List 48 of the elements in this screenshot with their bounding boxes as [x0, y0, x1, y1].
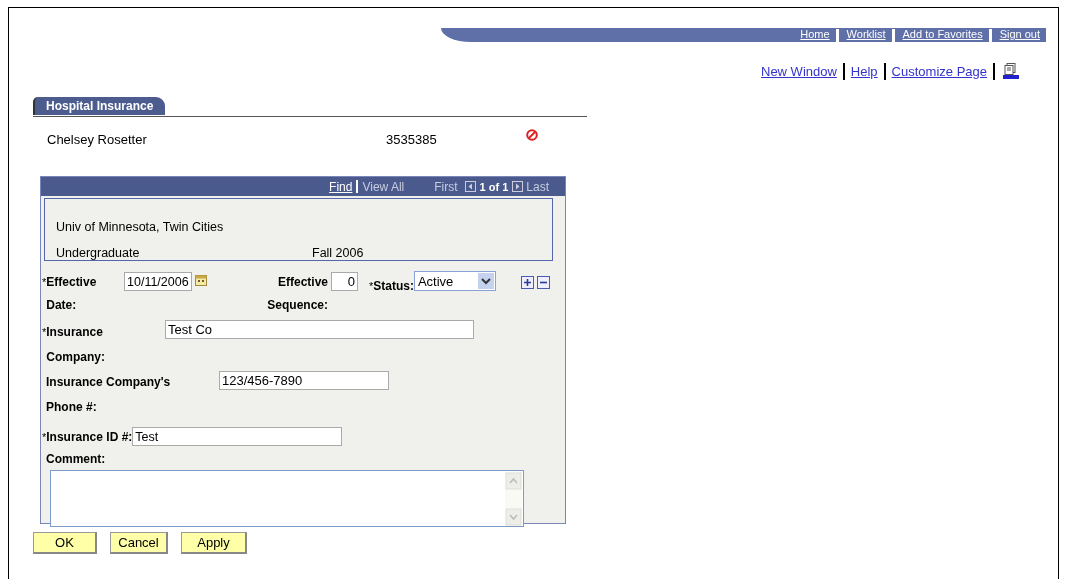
nav-link[interactable]: Home — [792, 29, 836, 42]
field-label: Effective Date: — [46, 274, 98, 314]
page-link[interactable]: New Window — [761, 63, 837, 79]
last-text: Last — [526, 179, 549, 194]
delete-row-icon[interactable] — [536, 276, 550, 289]
company-field[interactable]: Test Co — [165, 320, 474, 339]
find-link[interactable]: Find — [329, 179, 353, 194]
calendar-icon[interactable] — [195, 274, 207, 286]
page-count: 1 of 1 — [479, 180, 509, 193]
student-name: Chelsey Rosetter — [47, 131, 148, 147]
required-mark: * — [42, 275, 47, 290]
page-link[interactable]: Help — [850, 63, 878, 79]
field-label: Insurance Company: — [46, 324, 106, 366]
field-label: Status: — [373, 278, 414, 295]
insurance-id-field[interactable]: Test — [132, 427, 343, 446]
required-mark: * — [42, 430, 47, 445]
sequence-field[interactable]: 0 — [331, 272, 358, 291]
previous-icon[interactable] — [464, 181, 476, 192]
caret-icon[interactable] — [477, 273, 494, 289]
nav-link[interactable]: Add to Favorites — [891, 29, 989, 42]
comment-field[interactable] — [50, 470, 524, 527]
field-label: Insurance Company's Phone #: — [46, 374, 172, 416]
date-field[interactable]: 10/11/2006 — [124, 272, 192, 291]
next-icon[interactable] — [512, 181, 524, 192]
action-button[interactable]: Cancel — [110, 532, 168, 554]
field-label: Effective Sequence: — [266, 274, 328, 314]
add-row-icon[interactable] — [520, 276, 534, 289]
phone-field[interactable]: 123/456-7890 — [219, 371, 389, 390]
page-link[interactable]: Customize Page — [891, 63, 987, 79]
career-text: Undergraduate — [56, 246, 141, 260]
scrollbar-drawing[interactable] — [505, 471, 522, 526]
nav-link[interactable]: Sign out — [988, 29, 1046, 42]
prohibited-icon[interactable] — [526, 129, 538, 141]
status-dropdown[interactable]: Active — [413, 271, 496, 291]
student-id: 3535385 — [386, 131, 438, 147]
action-button[interactable]: Apply — [181, 532, 247, 554]
page-tab[interactable]: Hospital Insurance — [33, 97, 166, 115]
field-label: Insurance ID #: — [46, 429, 133, 446]
institution-text: Univ of Minnesota, Twin Cities — [56, 220, 225, 234]
required-mark: * — [42, 325, 47, 340]
view-all-text: View All — [362, 179, 405, 194]
nav-link[interactable]: Worklist — [835, 29, 892, 42]
field-label: Comment: — [46, 451, 106, 468]
http-page-icon[interactable] — [1003, 63, 1019, 79]
action-button[interactable]: OK — [33, 532, 97, 554]
required-mark: * — [369, 279, 374, 294]
term-text: Fall 2006 — [312, 246, 364, 260]
first-text: First — [434, 179, 458, 194]
